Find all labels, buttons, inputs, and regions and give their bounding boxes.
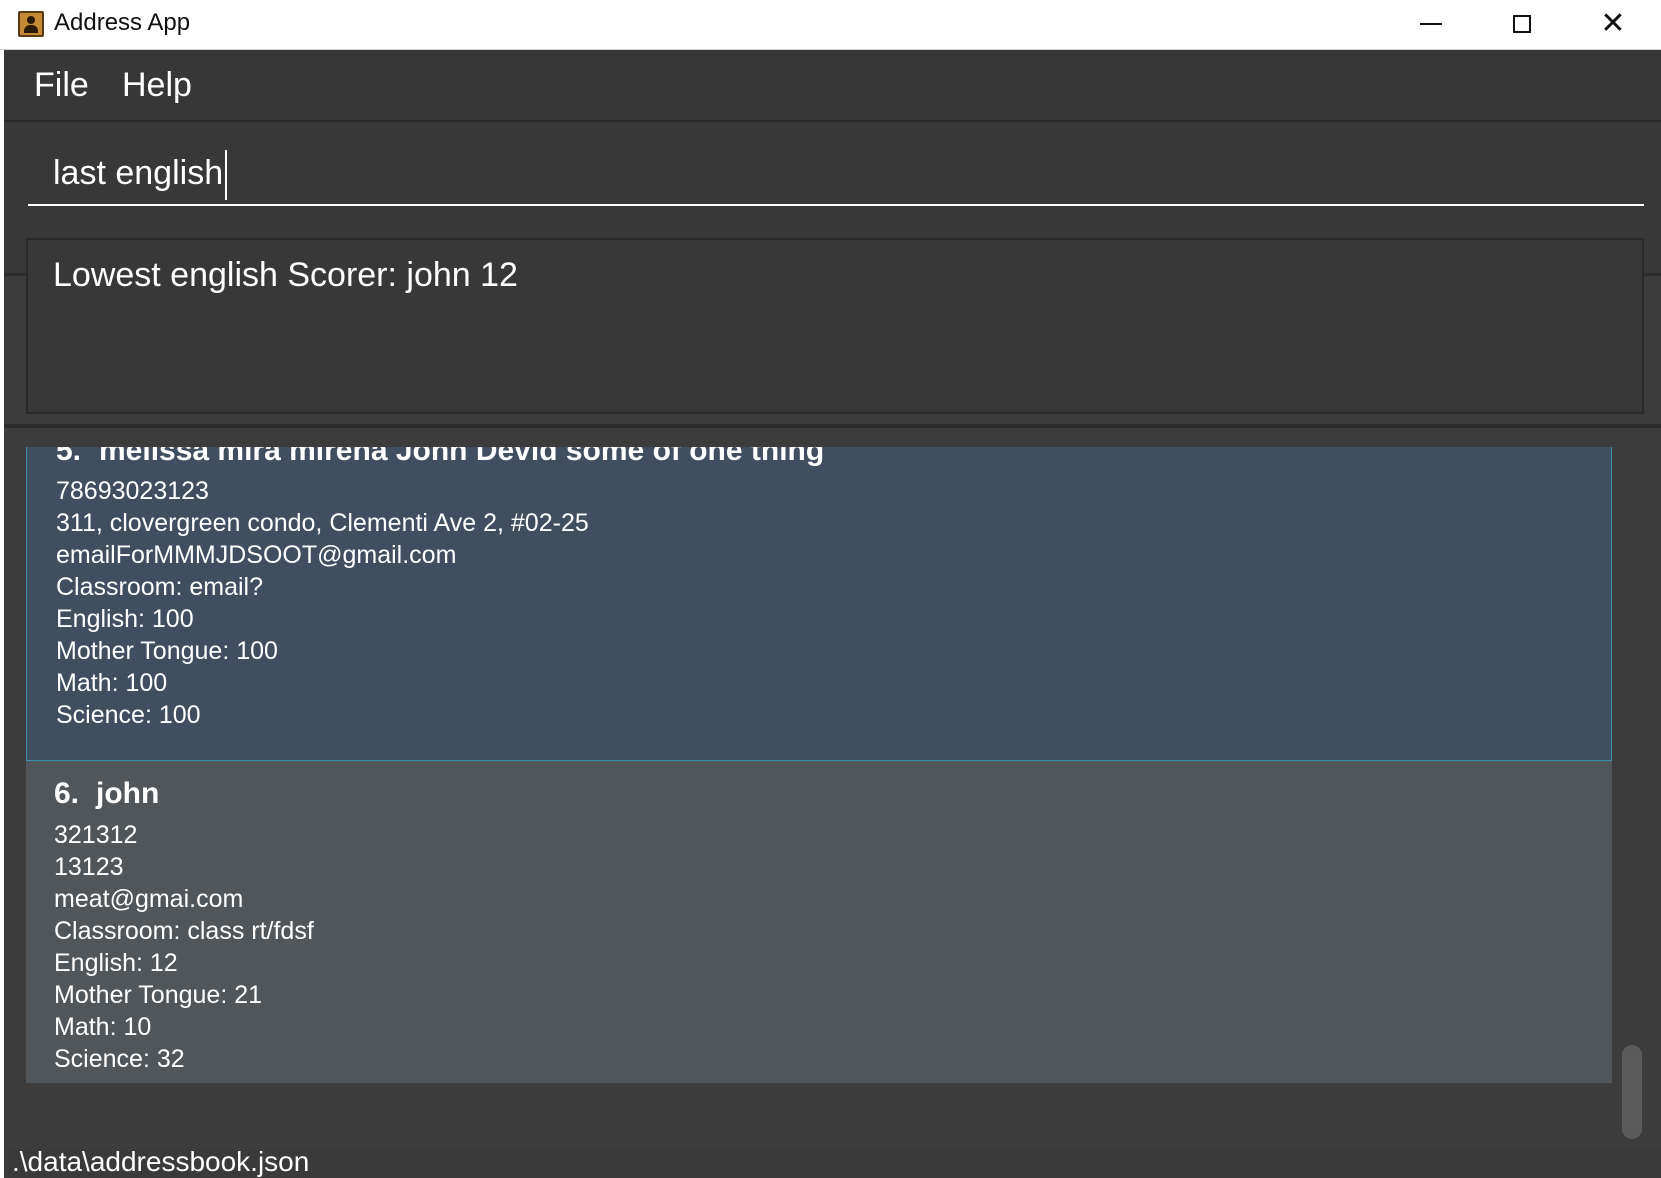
person-mother-tongue: Mother Tongue: 100	[56, 637, 278, 665]
person-science: Science: 32	[54, 1045, 185, 1073]
minimize-icon	[1420, 23, 1442, 25]
menu-bar: File Help	[4, 50, 1661, 122]
maximize-button[interactable]	[1477, 0, 1567, 48]
menu-file[interactable]: File	[34, 66, 89, 105]
list-scrollbar-thumb[interactable]	[1622, 1045, 1642, 1139]
person-english: English: 100	[56, 605, 194, 633]
command-input[interactable]: last english	[28, 140, 1644, 206]
close-button[interactable]: ✕	[1568, 0, 1658, 48]
person-phone: 78693023123	[56, 477, 209, 505]
window-title: Address App	[54, 9, 191, 36]
maximize-icon	[1513, 15, 1531, 33]
window-titlebar: Address App ✕	[0, 0, 1661, 50]
person-email: meat@gmai.com	[54, 885, 244, 913]
person-list[interactable]: 5. melissa mira mirena John Devid some o…	[26, 447, 1656, 1150]
person-classroom: Classroom: email?	[56, 573, 264, 601]
person-address: 311, clovergreen condo, Clementi Ave 2, …	[56, 509, 589, 537]
app-root: File Help last english Lowest english Sc…	[4, 50, 1661, 1178]
person-math: Math: 10	[54, 1013, 152, 1041]
person-classroom: Classroom: class rt/fdsf	[54, 917, 314, 945]
person-name: john	[96, 777, 160, 810]
close-icon: ✕	[1600, 6, 1626, 41]
person-mother-tongue: Mother Tongue: 21	[54, 981, 263, 1009]
save-location: .\data\addressbook.json	[12, 1146, 310, 1177]
address-book-icon	[18, 11, 44, 37]
section-divider	[4, 424, 1661, 428]
person-phone: 321312	[54, 821, 138, 849]
result-message: Lowest english Scorer: john 12	[53, 256, 518, 294]
person-name: melissa mira mirena John Devid some of o…	[99, 447, 825, 467]
person-address: 13123	[54, 853, 124, 881]
person-card[interactable]: 6. john 321312 13123 meat@gmai.com Class…	[26, 761, 1612, 1083]
person-card-selected[interactable]: 5. melissa mira mirena John Devid some o…	[26, 447, 1612, 761]
command-text: last english	[53, 154, 224, 192]
person-math: Math: 100	[56, 669, 168, 697]
status-bar: .\data\addressbook.json	[4, 1146, 1661, 1178]
person-science: Science: 100	[56, 701, 201, 729]
person-index: 6.	[54, 777, 80, 810]
person-index: 5.	[56, 447, 82, 467]
menu-help[interactable]: Help	[122, 66, 192, 105]
text-caret	[225, 150, 228, 201]
minimize-button[interactable]	[1386, 0, 1476, 48]
result-display: Lowest english Scorer: john 12	[26, 238, 1644, 414]
person-email: emailForMMMJDSOOT@gmail.com	[56, 541, 457, 569]
person-english: English: 12	[54, 949, 178, 977]
